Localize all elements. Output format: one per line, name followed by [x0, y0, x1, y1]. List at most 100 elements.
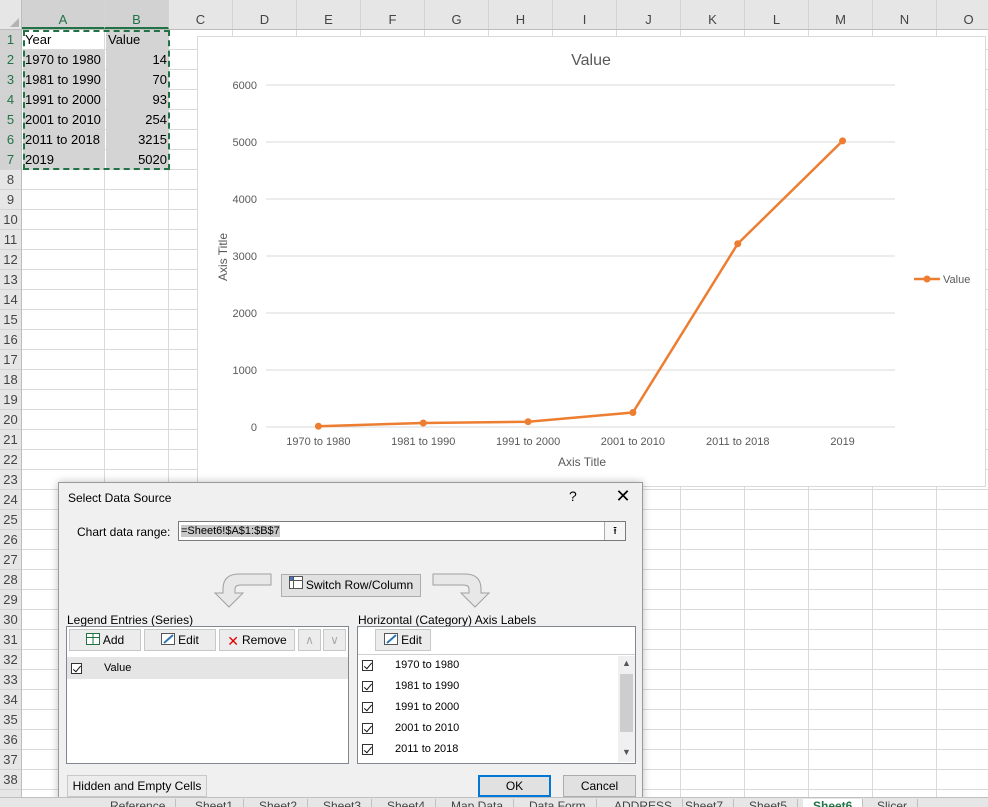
row-header-4[interactable]: 4	[0, 90, 21, 110]
row-header-22[interactable]: 22	[0, 450, 21, 470]
column-header-e[interactable]: E	[297, 0, 361, 29]
line-chart[interactable]: Value 0 1000 2000 3000 4000 5000 6000 1970 to 19…	[197, 36, 986, 487]
row-header-18[interactable]: 18	[0, 370, 21, 390]
row-header-25[interactable]: 25	[0, 510, 21, 530]
column-header-l[interactable]: L	[745, 0, 809, 29]
move-down-icon[interactable]: ∨	[323, 629, 346, 651]
column-header-b[interactable]: B	[105, 0, 169, 29]
row-header-33[interactable]: 33	[0, 670, 21, 690]
collapse-range-button[interactable]: ⭱	[604, 522, 625, 540]
help-icon[interactable]: ?	[569, 488, 577, 504]
row-header-37[interactable]: 37	[0, 750, 21, 770]
row-header-30[interactable]: 30	[0, 610, 21, 630]
column-header-g[interactable]: G	[425, 0, 489, 29]
row-header-35[interactable]: 35	[0, 710, 21, 730]
row-header-1[interactable]: 1	[0, 30, 21, 50]
edit-series-button[interactable]: Edit	[144, 629, 216, 651]
scroll-thumb[interactable]	[620, 674, 633, 732]
close-icon[interactable]: ✕	[612, 485, 634, 507]
cell-b2[interactable]: 14	[106, 50, 169, 70]
cell-b5[interactable]: 254	[106, 110, 169, 130]
axis-label-item[interactable]: 2011 to 2018	[358, 739, 616, 760]
column-header-h[interactable]: H	[489, 0, 553, 29]
row-header-3[interactable]: 3	[0, 70, 21, 90]
column-header-m[interactable]: M	[809, 0, 873, 29]
hidden-empty-cells-button[interactable]: Hidden and Empty Cells	[67, 775, 207, 797]
row-header-19[interactable]: 19	[0, 390, 21, 410]
cell-a3[interactable]: 1981 to 1990	[23, 70, 105, 90]
row-header-11[interactable]: 11	[0, 230, 21, 250]
row-header-6[interactable]: 6	[0, 130, 21, 150]
scroll-up-icon[interactable]: ▲	[622, 658, 631, 668]
series-item[interactable]: Value	[67, 658, 347, 679]
switch-row-column-button[interactable]: Switch Row/Column	[281, 574, 421, 597]
cell-a7[interactable]: 2019	[23, 150, 105, 170]
column-header-j[interactable]: J	[617, 0, 681, 29]
switch-row-column-icon	[288, 575, 303, 596]
axis-label-checkbox[interactable]	[362, 681, 373, 692]
axis-label-item[interactable]: 1970 to 1980	[358, 655, 616, 676]
row-header-32[interactable]: 32	[0, 650, 21, 670]
row-header-24[interactable]: 24	[0, 490, 21, 510]
cell-b3[interactable]: 70	[106, 70, 169, 90]
cell-b7[interactable]: 5020	[106, 150, 169, 170]
column-header-c[interactable]: C	[169, 0, 233, 29]
cancel-button[interactable]: Cancel	[563, 775, 636, 797]
row-header-12[interactable]: 12	[0, 250, 21, 270]
row-header-2[interactable]: 2	[0, 50, 21, 70]
axis-label-checkbox[interactable]	[362, 744, 373, 755]
row-header-34[interactable]: 34	[0, 690, 21, 710]
column-header-f[interactable]: F	[361, 0, 425, 29]
row-header-23[interactable]: 23	[0, 470, 21, 490]
row-header-13[interactable]: 13	[0, 270, 21, 290]
column-header-a[interactable]: A	[22, 0, 105, 29]
cell-a5[interactable]: 2001 to 2010	[23, 110, 105, 130]
column-header-i[interactable]: I	[553, 0, 617, 29]
select-all-corner[interactable]	[0, 0, 22, 30]
series-checkbox[interactable]	[71, 663, 82, 674]
row-header-38[interactable]: 38	[0, 770, 21, 790]
row-header-27[interactable]: 27	[0, 550, 21, 570]
cell-b1[interactable]: Value	[106, 30, 169, 50]
row-header-9[interactable]: 9	[0, 190, 21, 210]
axis-label-checkbox[interactable]	[362, 723, 373, 734]
row-header-10[interactable]: 10	[0, 210, 21, 230]
row-header-8[interactable]: 8	[0, 170, 21, 190]
add-series-button[interactable]: Add	[69, 629, 141, 651]
chart-data-range-input[interactable]: =Sheet6!$A$1:$B$7	[178, 521, 626, 541]
cell-a2[interactable]: 1970 to 1980	[23, 50, 105, 70]
axis-label-checkbox[interactable]	[362, 702, 373, 713]
cell-a1[interactable]: Year	[23, 30, 105, 50]
axis-label-item[interactable]: 1981 to 1990	[358, 676, 616, 697]
remove-series-button[interactable]: ✕ Remove	[219, 629, 295, 651]
axis-label-item[interactable]: 2001 to 2010	[358, 718, 616, 739]
cell-b4[interactable]: 93	[106, 90, 169, 110]
row-header-31[interactable]: 31	[0, 630, 21, 650]
axis-list-scrollbar[interactable]: ▲ ▼	[618, 656, 635, 762]
column-header-k[interactable]: K	[681, 0, 745, 29]
row-header-7[interactable]: 7	[0, 150, 21, 170]
row-header-16[interactable]: 16	[0, 330, 21, 350]
scroll-down-icon[interactable]: ▼	[622, 747, 631, 757]
column-header-n[interactable]: N	[873, 0, 937, 29]
row-header-28[interactable]: 28	[0, 570, 21, 590]
move-up-icon[interactable]: ∧	[298, 629, 321, 651]
row-header-36[interactable]: 36	[0, 730, 21, 750]
axis-label-checkbox[interactable]	[362, 660, 373, 671]
row-header-26[interactable]: 26	[0, 530, 21, 550]
axis-label-item[interactable]: 1991 to 2000	[358, 697, 616, 718]
row-header-21[interactable]: 21	[0, 430, 21, 450]
row-header-14[interactable]: 14	[0, 290, 21, 310]
cell-b6[interactable]: 3215	[106, 130, 169, 150]
row-header-29[interactable]: 29	[0, 590, 21, 610]
row-header-17[interactable]: 17	[0, 350, 21, 370]
edit-axis-labels-button[interactable]: Edit	[375, 629, 431, 651]
row-header-5[interactable]: 5	[0, 110, 21, 130]
row-header-20[interactable]: 20	[0, 410, 21, 430]
ok-button[interactable]: OK	[478, 775, 551, 797]
cell-a6[interactable]: 2011 to 2018	[23, 130, 105, 150]
column-header-d[interactable]: D	[233, 0, 297, 29]
column-header-o[interactable]: O	[937, 0, 988, 29]
cell-a4[interactable]: 1991 to 2000	[23, 90, 105, 110]
row-header-15[interactable]: 15	[0, 310, 21, 330]
